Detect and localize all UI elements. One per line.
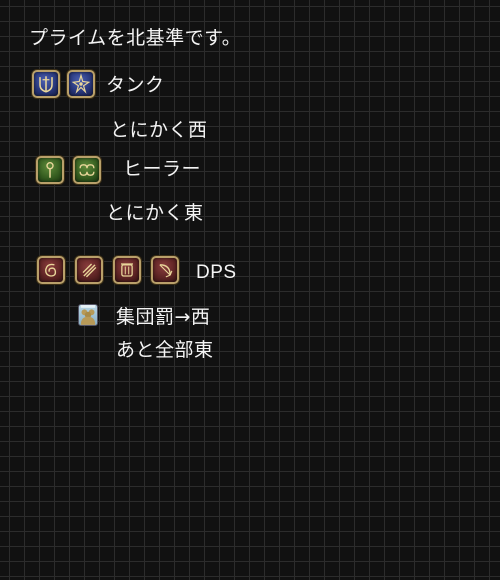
healer-icon-1 xyxy=(36,156,64,184)
monk-icon xyxy=(45,263,57,277)
tank-note: とにかく西 xyxy=(110,119,208,141)
bard-icon xyxy=(121,263,133,277)
dps-icon-3 xyxy=(113,256,141,284)
healer-note: とにかく東 xyxy=(106,202,204,224)
healer-label: ヒーラー xyxy=(123,158,202,180)
dps-rest-line: あと全部東 xyxy=(116,339,214,361)
machinist-icon xyxy=(159,264,173,278)
dps-label: DPS xyxy=(196,262,237,283)
dps-punishment-line: 集団罰→西 xyxy=(116,306,211,328)
tank-icon-1 xyxy=(32,70,60,98)
dps-icon-4 xyxy=(151,256,179,284)
dark-knight-icon xyxy=(71,73,91,94)
dps-icon-2 xyxy=(75,256,103,284)
dragoon-icon xyxy=(82,263,97,278)
white-mage-icon xyxy=(46,162,54,178)
heading: プライムを北基準です。 xyxy=(29,27,242,49)
astrologian-icon xyxy=(79,164,95,176)
tank-label: タンク xyxy=(106,74,165,96)
healer-icon-2 xyxy=(73,156,101,184)
party-icon xyxy=(78,304,98,326)
paladin-icon xyxy=(39,76,53,93)
party-members-icon xyxy=(80,305,96,325)
dps-icon-1 xyxy=(37,256,65,284)
tank-icon-2 xyxy=(67,70,95,98)
